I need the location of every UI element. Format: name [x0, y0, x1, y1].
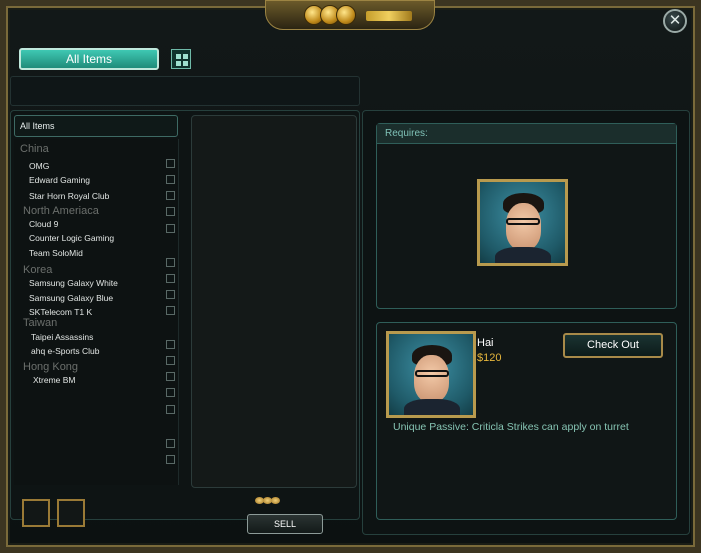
filter-checkbox[interactable]	[166, 356, 175, 365]
item-slot-button[interactable]	[57, 499, 85, 527]
filter-checkbox[interactable]	[166, 340, 175, 349]
filter-checkbox[interactable]	[166, 455, 175, 464]
filter-checkbox[interactable]	[166, 258, 175, 267]
required-item-portrait[interactable]	[477, 179, 568, 266]
region-label: China	[20, 143, 49, 155]
filter-checkbox[interactable]	[166, 274, 175, 283]
region-label: Korea	[23, 264, 53, 276]
filter-checkbox[interactable]	[166, 439, 175, 448]
sell-button[interactable]: SELL	[247, 514, 323, 534]
item-description: Unique Passive: Criticla Strikes can app…	[393, 421, 629, 433]
gold-ornament	[265, 0, 435, 30]
list-item-team[interactable]: Taipei Assassins	[31, 332, 93, 342]
coins-icon	[304, 5, 356, 25]
filter-checkbox[interactable]	[166, 175, 175, 184]
region-label: North Ameriaca	[23, 205, 99, 217]
list-item-team[interactable]: Samsung Galaxy White	[29, 278, 118, 288]
list-item-team[interactable]: Counter Logic Gaming	[29, 233, 114, 243]
list-item-team[interactable]: Cloud 9	[29, 219, 58, 229]
item-price: $120	[477, 352, 502, 364]
list-item-team[interactable]: Xtreme BM	[33, 375, 76, 385]
category-all-items[interactable]: All Items	[14, 115, 178, 137]
tab-all-items[interactable]: All Items	[19, 48, 159, 70]
filter-checkbox[interactable]	[166, 159, 175, 168]
filter-checkbox[interactable]	[166, 207, 175, 216]
gold-bar	[366, 11, 412, 21]
filter-checkbox[interactable]	[166, 306, 175, 315]
grid-view-button[interactable]	[171, 49, 191, 69]
filter-checkbox[interactable]	[166, 405, 175, 414]
list-item-team[interactable]: OMG	[29, 161, 49, 171]
filter-checkbox[interactable]	[166, 290, 175, 299]
requires-header: Requires:	[377, 124, 676, 144]
items-grid	[191, 115, 357, 488]
region-label: Taiwan	[23, 317, 58, 329]
list-item-team[interactable]: Team SoloMid	[29, 248, 83, 258]
item-slot-button[interactable]	[22, 499, 50, 527]
region-label: Hong Kong	[23, 361, 79, 373]
item-name: Hai	[477, 337, 494, 349]
list-item-team[interactable]: ahq e-Sports Club	[31, 346, 100, 356]
checkout-button[interactable]: Check Out	[563, 333, 663, 358]
filter-checkbox[interactable]	[166, 388, 175, 397]
close-icon: ✕	[668, 12, 682, 29]
list-item-team[interactable]: Samsung Galaxy Blue	[29, 293, 113, 303]
list-item-team[interactable]: Star Horn Royal Club	[29, 191, 109, 201]
filter-checkbox[interactable]	[166, 372, 175, 381]
coins-icon	[255, 497, 280, 504]
list-item-team[interactable]: Edward Gaming	[29, 175, 90, 185]
close-button[interactable]: ✕	[663, 9, 687, 33]
search-bar[interactable]	[10, 76, 360, 106]
filter-checkbox[interactable]	[166, 224, 175, 233]
list-item-team[interactable]: SKTelecom T1 K	[29, 307, 92, 317]
selected-item-portrait	[386, 331, 476, 418]
filter-checkbox[interactable]	[166, 191, 175, 200]
